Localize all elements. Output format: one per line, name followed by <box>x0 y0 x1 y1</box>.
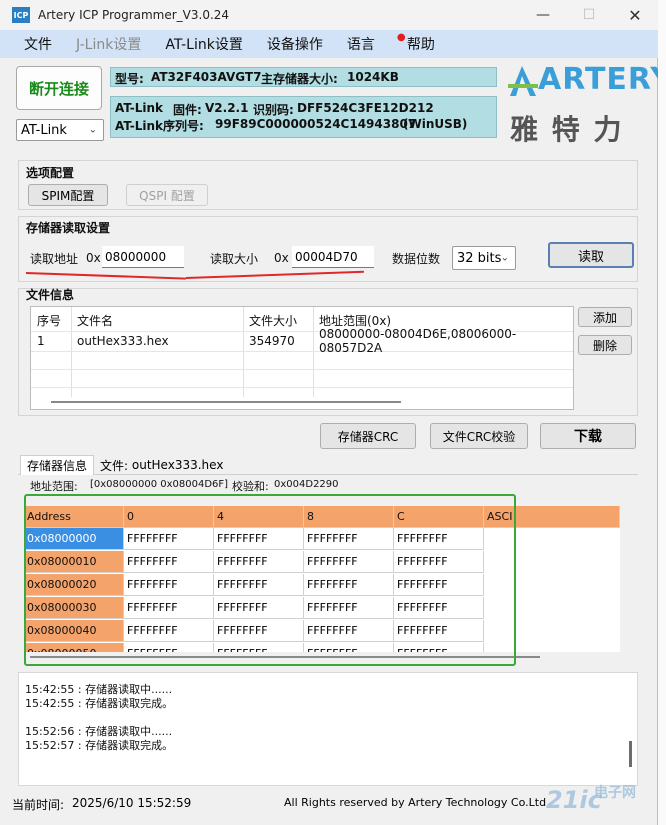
log-line: 15:42:55 : 存储器读取完成。 <box>25 697 174 710</box>
chip-model: AT32F403AVGT7 <box>151 70 262 84</box>
horizontal-scrollbar[interactable] <box>51 401 401 403</box>
file-crc-button[interactable]: 文件CRC校验 <box>430 423 528 449</box>
menu-help-label: 帮助 <box>406 37 435 53</box>
tab-memory-info[interactable]: 存储器信息 <box>20 455 95 475</box>
delete-file-button[interactable]: 删除 <box>578 335 632 355</box>
data-width-select[interactable]: 32 bits ⌄ <box>452 246 516 270</box>
log-scrollbar[interactable] <box>629 741 632 767</box>
title-bar: ICP Artery ICP Programmer_V3.0.24 — ☐ ✕ <box>0 0 658 30</box>
current-time: 2025/6/10 15:52:59 <box>72 796 192 810</box>
copyright-text: All Rights reserved by Artery Technology… <box>284 796 547 809</box>
device-select[interactable]: AT-Link ⌄ <box>16 119 104 141</box>
menu-file[interactable]: 文件 <box>12 34 64 54</box>
col-header-filename[interactable]: 文件名 <box>71 309 113 331</box>
notification-dot-icon: ● <box>396 32 406 43</box>
read-size-label: 读取大小 <box>210 252 259 266</box>
id-code-label: 识别码: <box>253 103 294 117</box>
range-label: 地址范围: <box>30 480 78 493</box>
tab-file[interactable]: 文件: outHex333.hex <box>94 455 229 475</box>
row-divider <box>31 387 573 388</box>
options-group <box>18 160 638 210</box>
mem-size: 1024KB <box>347 70 399 84</box>
file-info-title: 文件信息 <box>26 288 75 302</box>
data-width-value: 32 bits <box>457 250 502 266</box>
close-icon[interactable]: ✕ <box>612 0 658 30</box>
row-divider <box>31 369 573 370</box>
add-file-button[interactable]: 添加 <box>578 307 632 327</box>
serial-label: AT-Link序列号: <box>115 119 204 133</box>
device-select-value: AT-Link <box>21 122 67 138</box>
qspi-config-button[interactable]: QSPI 配置 <box>126 184 208 206</box>
file-name: outHex333.hex <box>77 334 169 348</box>
firmware-version: V2.2.1 <box>205 101 249 115</box>
id-code: DFF524C3FE12D212 <box>297 101 434 115</box>
disconnect-button[interactable]: 断开连接 <box>16 66 102 110</box>
desktop-background <box>658 0 666 825</box>
file-address-range: 08000000-08004D6E,08006000-08057D2A <box>319 327 517 355</box>
current-time-label: 当前时间: <box>12 798 65 812</box>
mem-size-label: 主存储器大小: <box>261 72 338 86</box>
read-settings-title: 存储器读取设置 <box>26 221 111 235</box>
menu-help[interactable]: ● 帮助 <box>387 32 447 54</box>
usb-mode: (WinUSB) <box>403 117 468 131</box>
checksum-value: 0x004D2290 <box>274 479 339 490</box>
file-table: 序号 文件名 文件大小 地址范围(0x) 1 outHex333.hex 354… <box>30 306 574 410</box>
tab-file-name: outHex333.hex <box>131 458 224 472</box>
chevron-down-icon: ⌄ <box>88 124 97 136</box>
app-window: ICP Artery ICP Programmer_V3.0.24 — ☐ ✕ … <box>0 0 666 825</box>
col-header-filesize[interactable]: 文件大小 <box>243 309 297 331</box>
file-index: 1 <box>37 334 45 348</box>
memory-crc-button[interactable]: 存储器CRC <box>320 423 416 449</box>
serial-number: 99F89C000000524C14943807 <box>215 117 417 131</box>
firmware-label: 固件: <box>173 103 202 117</box>
options-title: 选项配置 <box>26 166 75 180</box>
menu-jlink-settings[interactable]: J-Link设置 <box>64 34 153 54</box>
col-header-index[interactable]: 序号 <box>31 309 61 331</box>
menu-device-ops[interactable]: 设备操作 <box>255 34 335 54</box>
file-size: 354970 <box>249 334 295 348</box>
log-panel: 15:42:55 : 存储器读取中...... 15:42:55 : 存储器读取… <box>18 672 638 786</box>
app-logo-icon: ICP <box>12 7 30 23</box>
menu-atlink-settings[interactable]: AT-Link设置 <box>153 34 254 54</box>
chip-model-label: 型号: <box>115 72 144 86</box>
maximize-icon: ☐ <box>582 7 596 23</box>
spim-config-button[interactable]: SPIM配置 <box>28 184 108 206</box>
checksum-label: 校验和: <box>232 480 269 493</box>
data-width-label: 数据位数 <box>392 252 441 266</box>
highlight-box <box>24 494 516 666</box>
read-size-input[interactable]: 00004D70 <box>292 246 374 268</box>
menu-language[interactable]: 语言 <box>335 34 387 54</box>
read-address-label: 读取地址 <box>30 252 79 266</box>
chevron-down-icon: ⌄ <box>500 252 509 264</box>
read-address-input[interactable]: 08000000 <box>102 246 184 268</box>
link-info-box: AT-Link 固件: V2.2.1 识别码: DFF524C3FE12D212… <box>110 96 497 138</box>
link-name: AT-Link <box>115 101 164 115</box>
download-button[interactable]: 下载 <box>540 423 636 449</box>
chip-info-box: 型号: AT32F403AVGT7 主存储器大小: 1024KB <box>110 67 497 87</box>
window-title: Artery ICP Programmer_V3.0.24 <box>38 8 230 22</box>
read-address-prefix: 0x <box>86 251 101 265</box>
artery-mark-icon <box>508 66 538 96</box>
logo-brand: ARTERY <box>538 62 666 97</box>
range-value: [0x08000000 0x08004D6F] <box>90 479 229 490</box>
read-size-prefix: 0x <box>274 251 289 265</box>
logo-chinese: 雅 特 力 <box>510 113 624 146</box>
watermark-text: 电子网 <box>594 785 636 801</box>
minimize-icon[interactable]: — <box>520 0 566 30</box>
menu-bar: 文件 J-Link设置 AT-Link设置 设备操作 语言 ● 帮助 <box>0 30 658 58</box>
read-button[interactable]: 读取 <box>548 242 634 268</box>
log-line: 15:52:57 : 存储器读取完成。 <box>25 739 174 752</box>
tab-file-prefix: 文件: <box>100 458 129 473</box>
